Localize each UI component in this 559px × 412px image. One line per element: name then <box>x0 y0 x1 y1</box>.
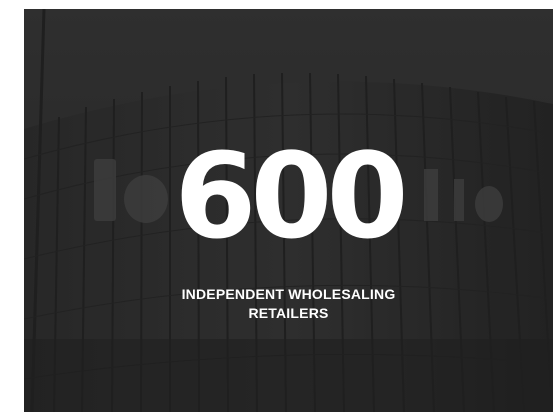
caption-line-2: RETAILERS <box>248 305 329 321</box>
stat-card: 600 INDEPENDENT WHOLESALING RETAILERS <box>24 9 553 412</box>
stat-caption: INDEPENDENT WHOLESALING RETAILERS <box>24 285 553 323</box>
stat-number: 600 <box>174 127 408 265</box>
page: 600 INDEPENDENT WHOLESALING RETAILERS <box>0 0 559 412</box>
caption-line-1: INDEPENDENT WHOLESALING <box>181 286 396 302</box>
